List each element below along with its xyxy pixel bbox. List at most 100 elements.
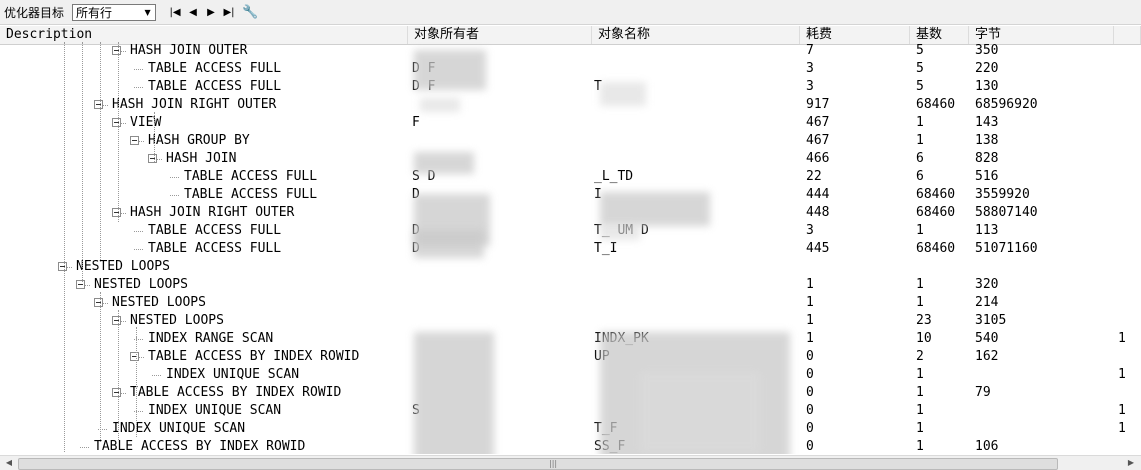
- cost-cell: 0: [806, 385, 814, 400]
- prev-icon[interactable]: ◀: [184, 7, 202, 18]
- plan-row[interactable]: TABLE ACCESS FULLDI444684603559920: [0, 186, 1141, 204]
- plan-operation-cell: TABLE ACCESS FULL: [0, 60, 406, 78]
- plan-row[interactable]: TABLE ACCESS BY INDEX ROWIDSS_F01106: [0, 438, 1141, 454]
- plan-row[interactable]: TABLE ACCESS FULLDT_ UM D31113: [0, 222, 1141, 240]
- collapse-toggle-icon[interactable]: [112, 46, 121, 55]
- navigation-buttons: |◀ ◀ ▶ ▶|: [166, 7, 238, 18]
- cardinality-cell: 1: [916, 115, 924, 130]
- plan-operation-cell: TABLE ACCESS BY INDEX ROWID: [0, 438, 406, 454]
- horizontal-scrollbar[interactable]: ◀ ||| ▶: [0, 455, 1141, 470]
- extra-cell: [1118, 168, 1138, 186]
- operation-label: TABLE ACCESS BY INDEX ROWID: [94, 439, 306, 454]
- extra-cell: 1: [1118, 403, 1126, 418]
- collapse-toggle-icon[interactable]: [112, 388, 121, 397]
- object-name-cell: [594, 258, 794, 276]
- cost-cell: 1: [806, 277, 814, 292]
- cost-cell: 22: [806, 169, 822, 184]
- cardinality-cell: 1: [916, 295, 924, 310]
- object-name-cell: [594, 312, 794, 330]
- plan-operation-cell: HASH GROUP BY: [0, 132, 406, 150]
- redaction-blur: [414, 50, 486, 90]
- cost-cell: 1: [806, 295, 814, 310]
- operation-label: NESTED LOOPS: [112, 295, 206, 310]
- plan-operation-cell: TABLE ACCESS FULL: [0, 168, 406, 186]
- collapse-toggle-icon[interactable]: [112, 208, 121, 217]
- tree-guide-line: [64, 42, 65, 452]
- collapse-toggle-icon[interactable]: [58, 262, 67, 271]
- plan-row[interactable]: VIEW F 467 1 143: [0, 114, 1141, 132]
- extra-cell: [1118, 96, 1138, 114]
- collapse-toggle-icon[interactable]: [130, 352, 139, 361]
- operation-label: TABLE ACCESS BY INDEX ROWID: [148, 349, 360, 364]
- cost-cell: 0: [806, 421, 814, 436]
- plan-operation-cell: TABLE ACCESS FULL: [0, 222, 406, 240]
- extra-cell: [1118, 276, 1138, 294]
- cardinality-cell: 68460: [916, 97, 956, 112]
- operation-label: TABLE ACCESS FULL: [148, 79, 282, 94]
- plan-row[interactable]: HASH JOIN 466 6 828: [0, 150, 1141, 168]
- wrench-icon[interactable]: 🔧: [242, 5, 258, 20]
- cardinality-cell: 10: [916, 331, 932, 346]
- cardinality-cell: 1: [916, 439, 924, 454]
- plan-row[interactable]: INDEX UNIQUE SCANS011: [0, 402, 1141, 420]
- cardinality-cell: 6: [916, 169, 924, 184]
- cardinality-cell: 1: [916, 403, 924, 418]
- collapse-toggle-icon[interactable]: [130, 136, 139, 145]
- cardinality-cell: 1: [916, 367, 924, 382]
- first-icon[interactable]: |◀: [166, 7, 184, 18]
- object-name-cell: [594, 276, 794, 294]
- plan-row[interactable]: INDEX RANGE SCANINDX_PK1105401: [0, 330, 1141, 348]
- cost-cell: 0: [806, 439, 814, 454]
- operation-label: INDEX UNIQUE SCAN: [166, 367, 300, 382]
- collapse-toggle-icon[interactable]: [76, 280, 85, 289]
- scrollbar-thumb[interactable]: |||: [18, 458, 1058, 470]
- scroll-left-icon[interactable]: ◀: [2, 457, 16, 469]
- bytes-cell: 113: [975, 223, 999, 238]
- last-icon[interactable]: ▶|: [220, 7, 238, 18]
- plan-row[interactable]: NESTED LOOPS 1 23 3105: [0, 312, 1141, 330]
- plan-row[interactable]: TABLE ACCESS FULL S D _L_TD 22 6 516: [0, 168, 1141, 186]
- bytes-cell: 516: [975, 169, 999, 184]
- plan-row[interactable]: HASH GROUP BY 467 1 138: [0, 132, 1141, 150]
- collapse-toggle-icon[interactable]: [94, 298, 103, 307]
- plan-row[interactable]: TABLE ACCESS BY INDEX ROWIDUP02162: [0, 348, 1141, 366]
- cost-cell: 466: [806, 151, 830, 166]
- plan-row[interactable]: NESTED LOOPS 1 1 320: [0, 276, 1141, 294]
- extra-cell: [1118, 150, 1138, 168]
- cost-cell: 444: [806, 187, 830, 202]
- plan-row[interactable]: TABLE ACCESS FULLD FT35130: [0, 78, 1141, 96]
- collapse-toggle-icon[interactable]: [112, 118, 121, 127]
- plan-row[interactable]: HASH JOIN RIGHT OUTER 448 68460 58807140: [0, 204, 1141, 222]
- operation-label: NESTED LOOPS: [94, 277, 188, 292]
- plan-row[interactable]: INDEX UNIQUE SCAN 0 1 1: [0, 366, 1141, 384]
- collapse-toggle-icon[interactable]: [94, 100, 103, 109]
- chevron-down-icon[interactable]: ▼: [141, 6, 154, 19]
- collapse-toggle-icon[interactable]: [148, 154, 157, 163]
- cardinality-cell: 5: [916, 61, 924, 76]
- cardinality-cell: 5: [916, 79, 924, 94]
- bytes-cell: [975, 366, 1105, 384]
- cardinality-cell: 1: [916, 223, 924, 238]
- optimizer-goal-select[interactable]: 所有行 ▼: [72, 3, 157, 21]
- plan-row[interactable]: TABLE ACCESS BY INDEX ROWID 0 1 79: [0, 384, 1141, 402]
- bytes-cell: 350: [975, 43, 999, 58]
- collapse-toggle-icon[interactable]: [112, 316, 121, 325]
- plan-row[interactable]: NESTED LOOPS 1 1 214: [0, 294, 1141, 312]
- plan-operation-cell: HASH JOIN RIGHT OUTER: [0, 204, 406, 222]
- plan-row[interactable]: TABLE ACCESS FULLD F35220: [0, 60, 1141, 78]
- plan-row[interactable]: INDEX UNIQUE SCANT_F011: [0, 420, 1141, 438]
- plan-operation-cell: INDEX UNIQUE SCAN: [0, 402, 406, 420]
- extra-cell: [1118, 132, 1138, 150]
- plan-row[interactable]: NESTED LOOPS: [0, 258, 1141, 276]
- extra-cell: [1118, 348, 1138, 366]
- extra-cell: [1118, 294, 1138, 312]
- next-icon[interactable]: ▶: [202, 7, 220, 18]
- plan-row[interactable]: HASH JOIN RIGHT OUTER 917 68460 68596920: [0, 96, 1141, 114]
- operation-label: NESTED LOOPS: [130, 313, 224, 328]
- scroll-right-icon[interactable]: ▶: [1124, 457, 1138, 469]
- cardinality-cell: 68460: [916, 241, 956, 256]
- extra-cell: 1: [1118, 367, 1126, 382]
- plan-row[interactable]: HASH JOIN OUTER 7 5 350: [0, 42, 1141, 60]
- plan-operation-cell: TABLE ACCESS FULL: [0, 186, 406, 204]
- plan-row[interactable]: TABLE ACCESS FULLDT_I4456846051071160: [0, 240, 1141, 258]
